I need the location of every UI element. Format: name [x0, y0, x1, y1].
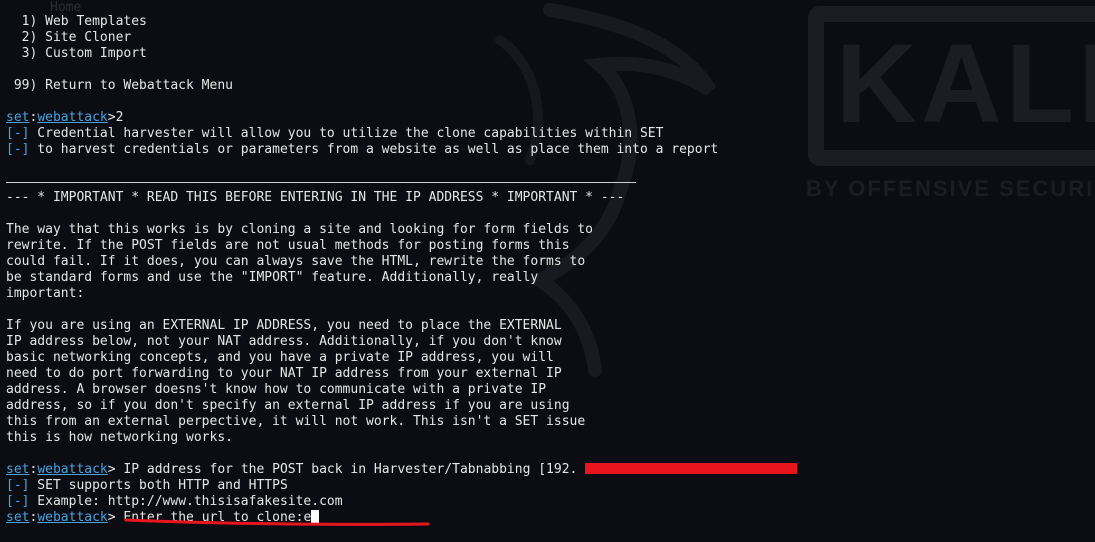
paragraph-line: this is how networking works.: [6, 430, 233, 445]
paragraph-line: address, so if you don't specify an exte…: [6, 398, 570, 413]
divider: [6, 174, 1095, 190]
prompt-set: set: [6, 510, 30, 525]
prompt-line: set:webattack>2: [6, 110, 124, 125]
paragraph-line: rewrite. If the POST fields are not usua…: [6, 238, 570, 253]
underline-annotation: [124, 518, 430, 526]
info-line: [-] Credential harvester will allow you …: [6, 126, 664, 141]
info-bracket: [-]: [6, 126, 30, 141]
paragraph-line: could fail. If it does, you can always s…: [6, 254, 586, 269]
paragraph-line: address. A browser doesns't know how to …: [6, 382, 547, 397]
ip-prompt-line: set:webattack> IP address for the POST b…: [6, 462, 578, 477]
paragraph-line: need to do port forwarding to your NAT I…: [6, 366, 562, 381]
paragraph-line: be standard forms and use the "IMPORT" f…: [6, 270, 539, 285]
menu-item: 3) Custom Import: [6, 46, 147, 61]
paragraph-line: basic networking concepts, and you have …: [6, 350, 554, 365]
menu-item: 1) Web Templates: [6, 14, 147, 29]
menu-item: 2) Site Cloner: [6, 30, 132, 45]
info-bracket: [-]: [6, 478, 30, 493]
ip-prompt-text: > IP address for the POST back in Harves…: [107, 462, 578, 477]
paragraph-line: this from an external perpective, it wil…: [6, 414, 586, 429]
prompt-module: webattack: [37, 510, 108, 525]
paragraph-line: If you are using an EXTERNAL IP ADDRESS,…: [6, 318, 562, 333]
info-bracket: [-]: [6, 142, 30, 157]
command-input: >2: [107, 110, 124, 125]
info-line: [-] SET supports both HTTP and HTTPS: [6, 478, 288, 493]
paragraph-line: The way that this works is by cloning a …: [6, 222, 593, 237]
menu-item: 99) Return to Webattack Menu: [6, 78, 233, 93]
info-line: [-] to harvest credentials or parameters…: [6, 142, 719, 157]
paragraph-line: IP address below, not your NAT address. …: [6, 334, 562, 349]
paragraph-line: important:: [6, 286, 85, 301]
prompt-set: set: [6, 462, 30, 477]
prompt-set: set: [6, 110, 30, 125]
info-bracket: [-]: [6, 494, 30, 509]
info-line: [-] Example: http://www.thisisafakesite.…: [6, 494, 343, 509]
prompt-module: webattack: [37, 462, 108, 477]
prompt-module: webattack: [37, 110, 108, 125]
terminal-output: 1) Web Templates 2) Site Cloner 3) Custo…: [6, 0, 1095, 526]
ip-redaction-bar: [585, 463, 797, 474]
important-banner: --- * IMPORTANT * READ THIS BEFORE ENTER…: [6, 190, 625, 205]
